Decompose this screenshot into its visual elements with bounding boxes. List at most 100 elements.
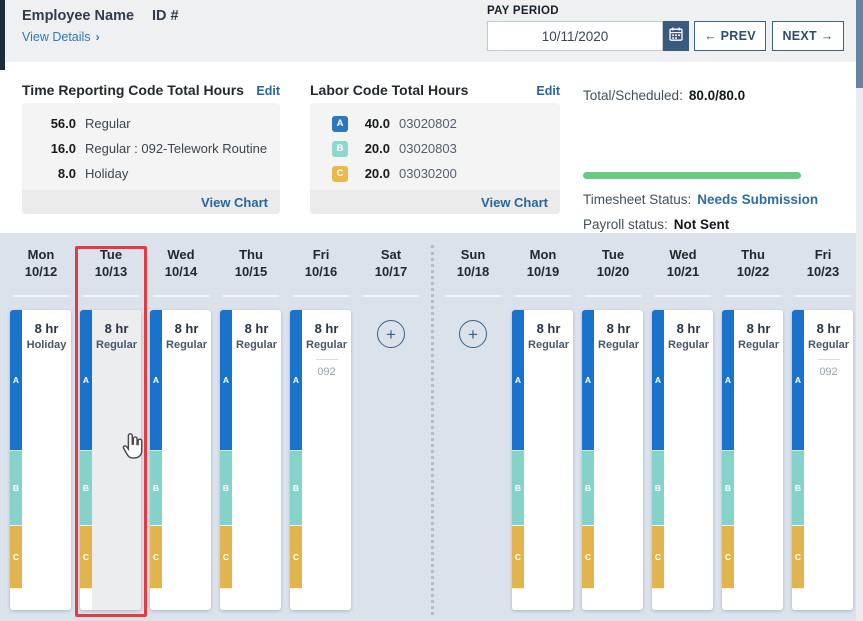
day-entry-card[interactable]: ABC 8 hr Regular 092 bbox=[290, 310, 351, 610]
bar-segment-b: B bbox=[80, 451, 92, 526]
bar-segment-a: A bbox=[512, 310, 524, 451]
day-hours-label: 8 hr bbox=[804, 321, 853, 336]
day-entry-card[interactable]: ABC 8 hr Holiday bbox=[10, 310, 71, 610]
day-column-fri-10-23: Fri 10/23 ABC 8 hr Regular 092 bbox=[788, 233, 858, 621]
day-entry-card[interactable]: ABC 8 hr Regular bbox=[582, 310, 643, 610]
labor-code-edit-link[interactable]: Edit bbox=[536, 84, 560, 98]
week-separator-dots bbox=[431, 245, 434, 615]
time-reporting-rows: 56.0Regular16.0Regular : 092-Telework Ro… bbox=[22, 103, 280, 190]
day-entry-card[interactable]: ABC 8 hr Regular bbox=[512, 310, 573, 610]
labor-allocation-bar: ABC bbox=[512, 310, 524, 610]
day-date-label: 10/23 bbox=[788, 263, 858, 280]
bar-segment-c: C bbox=[582, 526, 594, 589]
time-reporting-row: 8.0Holiday bbox=[34, 161, 268, 186]
day-hours-label: 8 hr bbox=[524, 321, 573, 336]
row-hours: 56.0 bbox=[34, 116, 76, 131]
next-pay-period-button[interactable]: NEXT → bbox=[772, 21, 844, 51]
day-entry-card[interactable]: ABC 8 hr Regular bbox=[220, 310, 281, 610]
day-header: Fri 10/16 bbox=[286, 246, 356, 280]
labor-allocation-bar: ABC bbox=[150, 310, 162, 610]
time-reporting-edit-link[interactable]: Edit bbox=[256, 84, 280, 98]
labor-code-row: A40.003020802 bbox=[322, 111, 548, 136]
day-date-label: 10/20 bbox=[578, 263, 648, 280]
day-header-underline bbox=[293, 295, 349, 297]
day-entry-card[interactable]: ABC 8 hr Regular 092 bbox=[792, 310, 853, 610]
day-tag-divider bbox=[316, 359, 338, 360]
day-column-sun-10-18: Sun 10/18 + bbox=[438, 233, 508, 621]
day-header: Tue 10/13 bbox=[76, 246, 146, 280]
pay-period-date-input[interactable] bbox=[487, 21, 663, 51]
scrollbar-thumb[interactable] bbox=[856, 0, 863, 88]
day-of-week-label: Tue bbox=[76, 246, 146, 263]
labor-code-view-chart-link[interactable]: View Chart bbox=[481, 195, 548, 210]
day-entry-card[interactable]: ABC 8 hr Regular bbox=[652, 310, 713, 610]
labor-allocation-bar: ABC bbox=[80, 310, 92, 610]
row-hours: 8.0 bbox=[34, 166, 76, 181]
total-scheduled-label: Total/Scheduled: bbox=[583, 88, 683, 103]
day-column-wed-10-14: Wed 10/14 ABC 8 hr Regular bbox=[146, 233, 216, 621]
time-reporting-box: 56.0Regular16.0Regular : 092-Telework Ro… bbox=[22, 103, 280, 214]
calendar-picker-button[interactable] bbox=[663, 21, 689, 51]
labor-allocation-bar: ABC bbox=[792, 310, 804, 610]
day-code-label: Regular bbox=[664, 339, 713, 351]
day-hours-label: 8 hr bbox=[92, 321, 141, 336]
day-tag-label: 092 bbox=[302, 366, 351, 378]
day-date-label: 10/14 bbox=[146, 263, 216, 280]
payroll-status-label: Payroll status: bbox=[583, 217, 668, 232]
bar-segment-c: C bbox=[722, 526, 734, 589]
bar-segment-b: B bbox=[582, 451, 594, 526]
day-of-week-label: Mon bbox=[6, 246, 76, 263]
day-code-label: Regular bbox=[804, 339, 853, 351]
day-header: Tue 10/20 bbox=[578, 246, 648, 280]
time-reporting-row: 56.0Regular bbox=[34, 111, 268, 136]
labor-code-row: B20.003020803 bbox=[322, 136, 548, 161]
bar-segment-b: B bbox=[150, 451, 162, 526]
total-scheduled-line: Total/Scheduled:80.0/80.0 bbox=[583, 88, 745, 103]
day-header: Mon 10/19 bbox=[508, 246, 578, 280]
row-hours: 20.0 bbox=[356, 141, 390, 156]
day-header: Sun 10/18 bbox=[438, 246, 508, 280]
day-date-label: 10/16 bbox=[286, 263, 356, 280]
day-entry-card[interactable]: ABC 8 hr Regular bbox=[722, 310, 783, 610]
day-column-mon-10-12: Mon 10/12 ABC 8 hr Holiday bbox=[6, 233, 76, 621]
day-column-wed-10-21: Wed 10/21 ABC 8 hr Regular bbox=[648, 233, 718, 621]
labor-code-header: Labor Code Total Hours Edit bbox=[310, 82, 560, 98]
view-details-link[interactable]: View Details› bbox=[22, 30, 100, 44]
row-label: Regular : 092-Telework Routine bbox=[85, 141, 267, 156]
day-date-label: 10/12 bbox=[6, 263, 76, 280]
prev-pay-period-button[interactable]: ← PREV bbox=[694, 21, 766, 51]
day-entry-card[interactable]: ABC 8 hr Regular bbox=[80, 310, 141, 610]
day-header-underline bbox=[445, 295, 501, 297]
day-header-underline bbox=[725, 295, 781, 297]
time-reporting-view-chart-link[interactable]: View Chart bbox=[201, 195, 268, 210]
day-of-week-label: Thu bbox=[216, 246, 286, 263]
day-hours-label: 8 hr bbox=[664, 321, 713, 336]
day-date-label: 10/17 bbox=[356, 263, 426, 280]
day-header: Mon 10/12 bbox=[6, 246, 76, 280]
bar-segment-c: C bbox=[10, 526, 22, 589]
add-entry-button-10-18[interactable]: + bbox=[459, 320, 487, 348]
pay-period-label: PAY PERIOD bbox=[487, 5, 559, 17]
labor-allocation-bar: ABC bbox=[290, 310, 302, 610]
bar-segment-b: B bbox=[290, 451, 302, 526]
day-tag-label: 092 bbox=[804, 366, 853, 378]
labor-allocation-bar: ABC bbox=[10, 310, 22, 610]
bar-segment-a: A bbox=[722, 310, 734, 451]
day-tag-wrap: 092 bbox=[804, 359, 853, 378]
day-code-label: Regular bbox=[524, 339, 573, 351]
bar-segment-b: B bbox=[722, 451, 734, 526]
add-entry-button-10-17[interactable]: + bbox=[377, 320, 405, 348]
day-hours-label: 8 hr bbox=[734, 321, 783, 336]
timesheet-status-value: Needs Submission bbox=[697, 192, 818, 207]
vertical-scrollbar[interactable] bbox=[856, 0, 863, 621]
employee-name-label: Employee Name bbox=[22, 8, 134, 24]
day-card-body: 8 hr Holiday bbox=[22, 310, 71, 610]
bar-segment-a: A bbox=[652, 310, 664, 451]
day-header-underline bbox=[223, 295, 279, 297]
day-hours-label: 8 hr bbox=[162, 321, 211, 336]
day-of-week-label: Thu bbox=[718, 246, 788, 263]
bar-segment-a: A bbox=[290, 310, 302, 451]
day-entry-card[interactable]: ABC 8 hr Regular bbox=[150, 310, 211, 610]
day-column-thu-10-15: Thu 10/15 ABC 8 hr Regular bbox=[216, 233, 286, 621]
time-reporting-row: 16.0Regular : 092-Telework Routine bbox=[34, 136, 268, 161]
